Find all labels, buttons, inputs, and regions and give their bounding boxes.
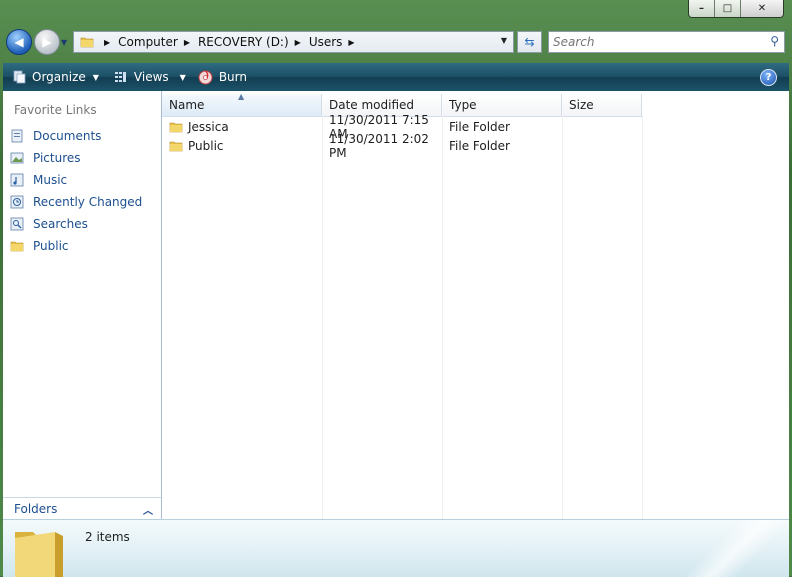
command-toolbar: Organize ▼ Views ▼ Burn ? [3, 63, 789, 91]
column-header-label: Type [449, 98, 477, 112]
file-name: Public [188, 138, 224, 153]
organize-icon [13, 70, 26, 84]
favorite-link-public[interactable]: Public [10, 235, 142, 257]
organize-menu-button[interactable]: Organize ▼ [12, 70, 99, 84]
file-name-cell: Public [162, 139, 322, 153]
pictures-icon [10, 152, 24, 164]
breadcrumb-chevron-icon[interactable]: ▶ [348, 38, 354, 47]
column-header-label: Size [569, 98, 594, 112]
column-header-label: Date modified [329, 98, 415, 112]
favorite-links-list: Documents Pictures Music Recently Change… [10, 125, 142, 257]
favorite-link-label: Documents [33, 129, 102, 143]
favorite-link-label: Public [33, 239, 69, 253]
folders-label: Folders [14, 502, 58, 516]
folder-icon [80, 37, 94, 48]
recently-changed-icon [10, 195, 24, 209]
searches-icon [10, 217, 24, 231]
column-divider [642, 116, 643, 519]
search-input[interactable] [549, 32, 757, 52]
navigation-bar: ◀ ▶ ▼ ▶ Computer ▶ RECOVERY (D:) ▶ Users… [0, 28, 792, 58]
organize-label: Organize [32, 70, 86, 84]
column-divider [322, 116, 323, 519]
column-divider [442, 116, 443, 519]
favorite-link-documents[interactable]: Documents [10, 125, 142, 147]
breadcrumb-users[interactable]: Users [309, 35, 343, 49]
column-divider [562, 116, 563, 519]
documents-icon [11, 129, 23, 143]
maximize-button[interactable]: □ [714, 0, 740, 17]
views-label: Views [133, 70, 169, 84]
column-header-size[interactable]: Size [562, 94, 642, 116]
column-header-type[interactable]: Type [442, 94, 562, 116]
dropdown-arrow-icon: ▼ [92, 72, 99, 82]
breadcrumb-computer[interactable]: Computer [118, 35, 178, 49]
navigation-pane: Favorite Links Documents Pictures Music … [3, 91, 162, 520]
breadcrumb: ▶ Computer ▶ RECOVERY (D:) ▶ Users ▶ [98, 35, 363, 49]
large-folder-icon [15, 532, 63, 577]
favorite-link-label: Pictures [33, 151, 81, 165]
file-name: Jessica [188, 119, 229, 134]
file-row[interactable]: Public 11/30/2011 2:02 PM File Folder [162, 132, 642, 160]
burn-disc-icon [198, 69, 213, 84]
chevron-up-icon: ︿ [143, 506, 153, 517]
favorite-link-recently-changed[interactable]: Recently Changed [10, 191, 142, 213]
recent-pages-dropdown[interactable]: ▼ [61, 38, 67, 47]
views-menu-button[interactable]: Views ▼ [114, 70, 186, 84]
favorite-link-label: Recently Changed [33, 195, 143, 209]
views-icon [114, 72, 126, 82]
favorite-link-label: Searches [33, 217, 88, 231]
address-bar[interactable]: ▶ Computer ▶ RECOVERY (D:) ▶ Users ▶ ▼ [73, 31, 514, 53]
burn-button[interactable]: Burn [198, 69, 247, 85]
music-icon [10, 173, 24, 187]
breadcrumb-chevron-icon[interactable]: ▶ [184, 38, 190, 47]
minimize-button[interactable]: – [689, 0, 714, 17]
refresh-button[interactable]: ⇆ [517, 31, 542, 53]
folders-toggle[interactable]: Folders ︿ [3, 497, 161, 520]
item-count: 2 items [85, 530, 130, 544]
refresh-icon: ⇆ [524, 35, 535, 49]
search-icon[interactable]: ⚲ [770, 34, 779, 48]
search-box[interactable]: ⚲ [548, 31, 785, 53]
column-header-name[interactable]: ▲ Name [162, 92, 322, 116]
back-arrow-icon: ◀ [14, 35, 24, 49]
forward-button[interactable]: ▶ [34, 29, 60, 55]
favorite-link-music[interactable]: Music [10, 169, 142, 191]
folder-icon [10, 241, 24, 252]
favorite-link-pictures[interactable]: Pictures [10, 147, 142, 169]
explorer-client-area: Favorite Links Documents Pictures Music … [3, 91, 789, 520]
back-button[interactable]: ◀ [6, 29, 32, 55]
favorite-link-label: Music [33, 173, 68, 187]
burn-label: Burn [218, 70, 247, 84]
forward-arrow-icon: ▶ [42, 35, 52, 49]
file-date-cell: 11/30/2011 2:02 PM [329, 131, 429, 160]
folder-icon [169, 141, 183, 151]
folder-icon [169, 122, 183, 132]
help-icon[interactable]: ? [760, 69, 777, 86]
address-history-dropdown[interactable]: ▼ [501, 36, 507, 45]
details-pane: 2 items [3, 519, 789, 577]
file-type-cell: File Folder [449, 119, 510, 134]
file-list-pane: ▲ Name Date modified Type Size Jessica 1… [162, 91, 789, 519]
breadcrumb-chevron-icon[interactable]: ▶ [295, 38, 301, 47]
breadcrumb-recovery-drive[interactable]: RECOVERY (D:) [198, 35, 289, 49]
file-type-cell: File Folder [449, 138, 510, 153]
column-header-label: Name [169, 98, 205, 112]
favorite-links-heading: Favorite Links [14, 103, 97, 117]
sort-ascending-icon: ▲ [238, 92, 245, 101]
decorative-glow [669, 520, 789, 577]
file-name-cell: Jessica [162, 120, 322, 134]
close-button[interactable]: ✕ [740, 0, 783, 17]
dropdown-arrow-icon[interactable]: ▼ [180, 73, 186, 82]
caption-buttons: – □ ✕ [688, 0, 784, 18]
favorite-link-searches[interactable]: Searches [10, 213, 142, 235]
breadcrumb-chevron-icon[interactable]: ▶ [104, 38, 110, 47]
